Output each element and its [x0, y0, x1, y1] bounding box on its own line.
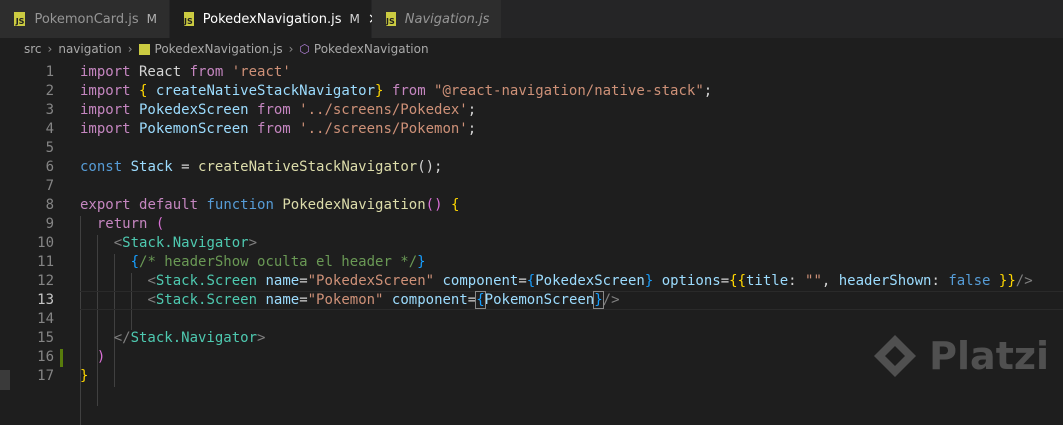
line-number: 5	[45, 140, 54, 156]
tab-bar: JS PokemonCard.js M JS PokedexNavigation…	[0, 0, 1063, 38]
code-line: 9 return (	[0, 215, 1063, 234]
breadcrumb-item-file[interactable]: PokedexNavigation.js	[155, 42, 283, 56]
line-number: 8	[45, 197, 54, 213]
line-number: 1	[45, 64, 54, 80]
modified-indicator: M	[349, 12, 360, 26]
line-number: 10	[37, 235, 54, 251]
code-line: 8 export default function PokedexNavigati…	[0, 196, 1063, 215]
line-number: 11	[37, 254, 54, 270]
line-number: 4	[45, 121, 54, 137]
code-line: 11 {/* headerShow oculta el header */}	[0, 253, 1063, 272]
line-number: 15	[37, 330, 54, 346]
code-line: 5	[0, 139, 1063, 158]
js-file-icon: JS	[14, 12, 26, 26]
code-line: 12 <Stack.Screen name="PokedexScreen" co…	[0, 272, 1063, 291]
watermark-text: Platzi	[929, 334, 1049, 378]
code-line: 14	[0, 310, 1063, 329]
line-number: 7	[45, 178, 54, 194]
breadcrumb-item-symbol[interactable]: PokedexNavigation	[314, 42, 429, 56]
code-line-current: 13 <Stack.Screen name="Pokemon" componen…	[0, 291, 1063, 310]
code-line: 2 import { createNativeStackNavigator} fr…	[0, 82, 1063, 101]
line-number: 2	[45, 83, 54, 99]
line-number: 13	[37, 292, 54, 308]
js-file-icon: JS	[184, 12, 194, 26]
line-number: 14	[37, 311, 54, 327]
platzi-logo-icon	[874, 335, 917, 377]
horizontal-scrollbar[interactable]	[0, 370, 10, 390]
symbol-function-icon: ⬡	[299, 42, 310, 56]
tab-label: Navigation.js	[404, 11, 490, 27]
js-file-icon: JS	[386, 12, 396, 26]
tab-label: PokemonCard.js	[34, 11, 139, 27]
tab-pokedexnavigation[interactable]: JS PokedexNavigation.js M ×	[170, 0, 380, 38]
breadcrumb-item-src[interactable]: src	[24, 42, 42, 56]
js-file-icon	[138, 43, 150, 55]
tab-navigation[interactable]: JS Navigation.js	[372, 0, 502, 38]
line-number: 9	[45, 216, 54, 232]
code-line: 4 import PokemonScreen from '../screens/P…	[0, 120, 1063, 139]
modified-indicator: M	[146, 12, 157, 26]
code-line: 6 const Stack = createNativeStackNavigato…	[0, 158, 1063, 177]
chevron-right-icon: ›	[127, 42, 133, 56]
line-number: 3	[45, 102, 54, 118]
code-line: 1 import React from 'react'	[0, 63, 1063, 82]
chevron-right-icon: ›	[288, 42, 294, 56]
tab-label: PokedexNavigation.js	[202, 11, 342, 27]
tab-pokemoncard[interactable]: JS PokemonCard.js M	[0, 0, 170, 38]
line-number: 16	[37, 349, 54, 365]
line-number: 6	[45, 159, 54, 175]
breadcrumb-item-navigation[interactable]: navigation	[58, 42, 121, 56]
platzi-watermark: Platzi	[871, 332, 1049, 380]
line-number: 12	[37, 273, 54, 289]
code-line: 10 <Stack.Navigator>	[0, 234, 1063, 253]
breadcrumb: src › navigation › PokedexNavigation.js …	[0, 38, 1063, 60]
chevron-right-icon: ›	[47, 42, 53, 56]
code-line: 7	[0, 177, 1063, 196]
code-line: 3 import PokedexScreen from '../screens/P…	[0, 101, 1063, 120]
